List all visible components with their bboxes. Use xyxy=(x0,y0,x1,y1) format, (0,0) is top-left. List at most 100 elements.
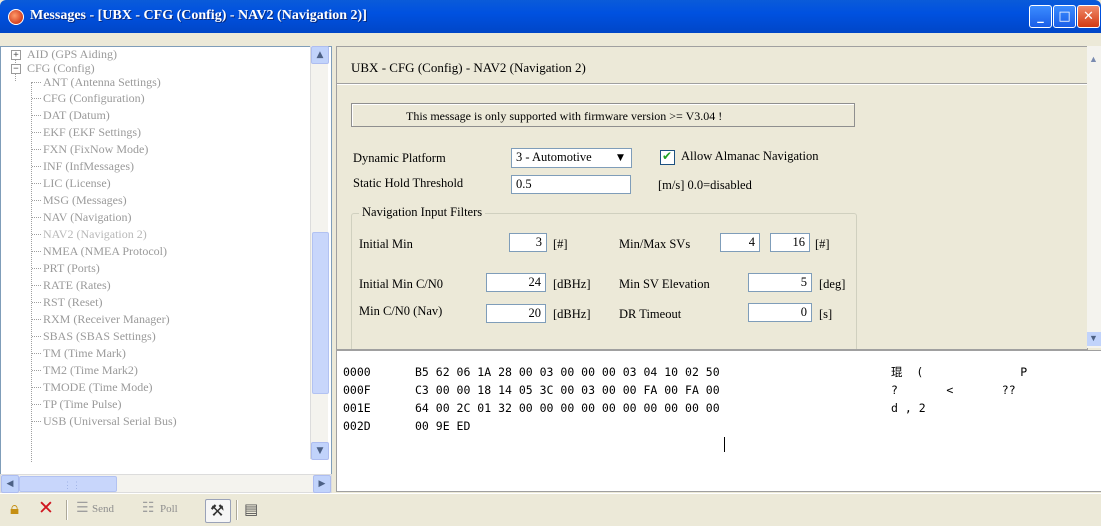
hex-address: 000F xyxy=(343,383,371,397)
delete-icon: ✕ xyxy=(38,497,54,519)
poll-label: Poll xyxy=(160,503,178,515)
collapse-icon[interactable]: − xyxy=(11,64,21,74)
hex-ascii: d , 2 xyxy=(891,401,926,415)
min-cn0-nav-label: Min C/N0 (Nav) xyxy=(359,304,443,318)
scroll-down-button[interactable]: ▼ xyxy=(311,442,329,460)
config-panel: UBX - CFG (Config) - NAV2 (Navigation 2)… xyxy=(336,46,1088,350)
title-bar[interactable]: Messages - [UBX - CFG (Config) - NAV2 (N… xyxy=(0,0,1101,33)
almanac-checkbox[interactable]: ✔ xyxy=(660,149,675,165)
tree-connector xyxy=(31,82,32,462)
settings-button[interactable]: ⚒ xyxy=(205,499,231,523)
hex-bytes: C3 00 00 18 14 05 3C 00 03 00 00 FA 00 F… xyxy=(415,383,720,397)
min-svs-input[interactable]: 4 xyxy=(720,233,760,252)
tree-item-label: NAV (Navigation) xyxy=(43,210,132,224)
message-header: UBX - CFG (Config) - NAV2 (Navigation 2) xyxy=(351,60,586,75)
initial-min-label: Initial Min xyxy=(359,237,413,251)
hex-dump[interactable]: 0000 B5 62 06 1A 28 00 03 00 00 00 03 04… xyxy=(336,350,1101,492)
initial-min-cn0-input[interactable]: 24 xyxy=(486,273,546,292)
min-sv-elevation-label: Min SV Elevation xyxy=(619,277,710,291)
hex-bytes: B5 62 06 1A 28 00 03 00 00 00 03 04 10 0… xyxy=(415,365,720,379)
settings-icon: ⚒ xyxy=(210,501,225,520)
hex-ascii: 琨 ( P xyxy=(891,365,1028,379)
toolbar-separator xyxy=(236,500,238,520)
tree-item-label: RXM (Receiver Manager) xyxy=(43,312,170,326)
poll-button[interactable]: ☷ Poll xyxy=(142,499,198,521)
message-tree[interactable]: + AID (GPS Aiding) − CFG (Config) ANT (A… xyxy=(0,46,332,476)
divider xyxy=(337,83,1087,85)
group-title: Navigation Input Filters xyxy=(359,205,486,220)
dr-timeout-label: DR Timeout xyxy=(619,307,682,321)
almanac-label: Allow Almanac Navigation xyxy=(681,149,819,163)
minimize-button[interactable]: _ xyxy=(1029,5,1052,28)
tree-item-label: CFG (Configuration) xyxy=(43,91,145,105)
initial-min-cn0-unit: [dBHz] xyxy=(553,277,591,291)
close-icon: ✕ xyxy=(1083,9,1094,24)
tree-item-label: TP (Time Pulse) xyxy=(43,397,122,411)
scroll-right-button[interactable]: ▶ xyxy=(313,475,331,493)
scroll-up-button[interactable]: ▲ xyxy=(311,46,329,64)
tree-item-label: FXN (FixNow Mode) xyxy=(43,142,149,156)
tree-item-label: AID (GPS Aiding) xyxy=(27,47,118,61)
capture-icon: ▤ xyxy=(244,500,259,518)
dynamic-platform-label: Dynamic Platform xyxy=(353,151,446,165)
static-hold-input[interactable]: 0.5 xyxy=(511,175,631,194)
chevron-up-icon[interactable]: ▲ xyxy=(1089,54,1098,64)
hex-row: 000F C3 00 00 18 14 05 3C 00 03 00 00 FA… xyxy=(343,383,1016,397)
hex-bytes: 64 00 2C 01 32 00 00 00 00 00 00 00 00 0… xyxy=(415,401,720,415)
min-sv-elevation-input[interactable]: 5 xyxy=(748,273,812,292)
send-button[interactable]: ☰ Send xyxy=(76,499,134,521)
capture-button[interactable]: ▤ xyxy=(244,499,264,521)
dynamic-platform-value: 3 - Automotive xyxy=(516,150,592,164)
dr-timeout-input[interactable]: 0 xyxy=(748,303,812,322)
dropdown-button[interactable]: ▼ xyxy=(614,150,630,166)
close-button[interactable]: ✕ xyxy=(1077,5,1100,28)
poll-icon: ☷ xyxy=(142,500,155,516)
chevron-up-icon: ▲ xyxy=(316,50,324,60)
tree-item-label: TMODE (Time Mode) xyxy=(43,380,153,394)
initial-min-input[interactable]: 3 xyxy=(509,233,547,252)
tree-item-label: RST (Reset) xyxy=(43,295,103,309)
checkmark-icon: ✔ xyxy=(662,149,673,163)
lock-button[interactable]: 🔒︎ xyxy=(10,499,30,521)
scroll-thumb[interactable] xyxy=(312,232,329,394)
send-label: Send xyxy=(92,503,114,515)
dr-timeout-unit: [s] xyxy=(819,307,833,321)
scroll-down-button[interactable]: ▼ xyxy=(1087,332,1101,346)
tree-horizontal-scrollbar[interactable]: ◀ ⋮⋮ ▶ xyxy=(0,474,332,493)
min-cn0-nav-unit: [dBHz] xyxy=(553,307,591,321)
chevron-left-icon: ◀ xyxy=(6,479,14,489)
hex-row: 0000 B5 62 06 1A 28 00 03 00 00 00 03 04… xyxy=(343,365,1027,379)
min-max-svs-label: Min/Max SVs xyxy=(619,237,691,251)
hex-address: 002D xyxy=(343,419,371,433)
static-hold-unit: [m/s] 0.0=disabled xyxy=(658,178,752,192)
tree-item-label: USB (Universal Serial Bus) xyxy=(43,414,177,428)
expand-icon[interactable]: + xyxy=(11,50,21,60)
scroll-left-button[interactable]: ◀ xyxy=(1,475,19,493)
tree-item-label: MSG (Messages) xyxy=(43,193,127,207)
hex-address: 0000 xyxy=(343,365,371,379)
initial-min-unit: [#] xyxy=(553,237,568,251)
firmware-note: This message is only supported with firm… xyxy=(406,109,723,123)
tree-vertical-scrollbar[interactable]: ▲ ▼ xyxy=(310,46,329,460)
max-svs-input[interactable]: 16 xyxy=(770,233,810,252)
config-scrollbar[interactable]: ▲ ▼ xyxy=(1087,46,1101,348)
scroll-thumb[interactable]: ⋮⋮ xyxy=(19,476,117,492)
tree-item-label: EKF (EKF Settings) xyxy=(43,125,142,139)
tree-item-label: LIC (License) xyxy=(43,176,111,190)
window-title: Messages - [UBX - CFG (Config) - NAV2 (N… xyxy=(30,8,367,23)
hex-row: 002D 00 9E ED xyxy=(343,419,470,433)
tree-item-label: NAV2 (Navigation 2) xyxy=(43,227,147,241)
static-hold-label: Static Hold Threshold xyxy=(353,176,464,190)
app-icon xyxy=(8,9,24,25)
hex-row: 001E 64 00 2C 01 32 00 00 00 00 00 00 00… xyxy=(343,401,926,415)
hex-bytes: 00 9E ED xyxy=(415,419,471,433)
minimize-icon: _ xyxy=(1037,9,1044,24)
delete-button[interactable]: ✕ xyxy=(38,497,58,521)
min-cn0-nav-input[interactable]: 20 xyxy=(486,304,546,323)
tree-item-label: TM2 (Time Mark2) xyxy=(43,363,138,377)
tree-item-label: DAT (Datum) xyxy=(43,108,110,122)
firmware-note-box: This message is only supported with firm… xyxy=(351,103,855,127)
maximize-button[interactable]: □ xyxy=(1053,5,1076,28)
dynamic-platform-select[interactable]: 3 - Automotive ▼ xyxy=(511,148,632,168)
chevron-down-icon: ▼ xyxy=(316,446,324,456)
